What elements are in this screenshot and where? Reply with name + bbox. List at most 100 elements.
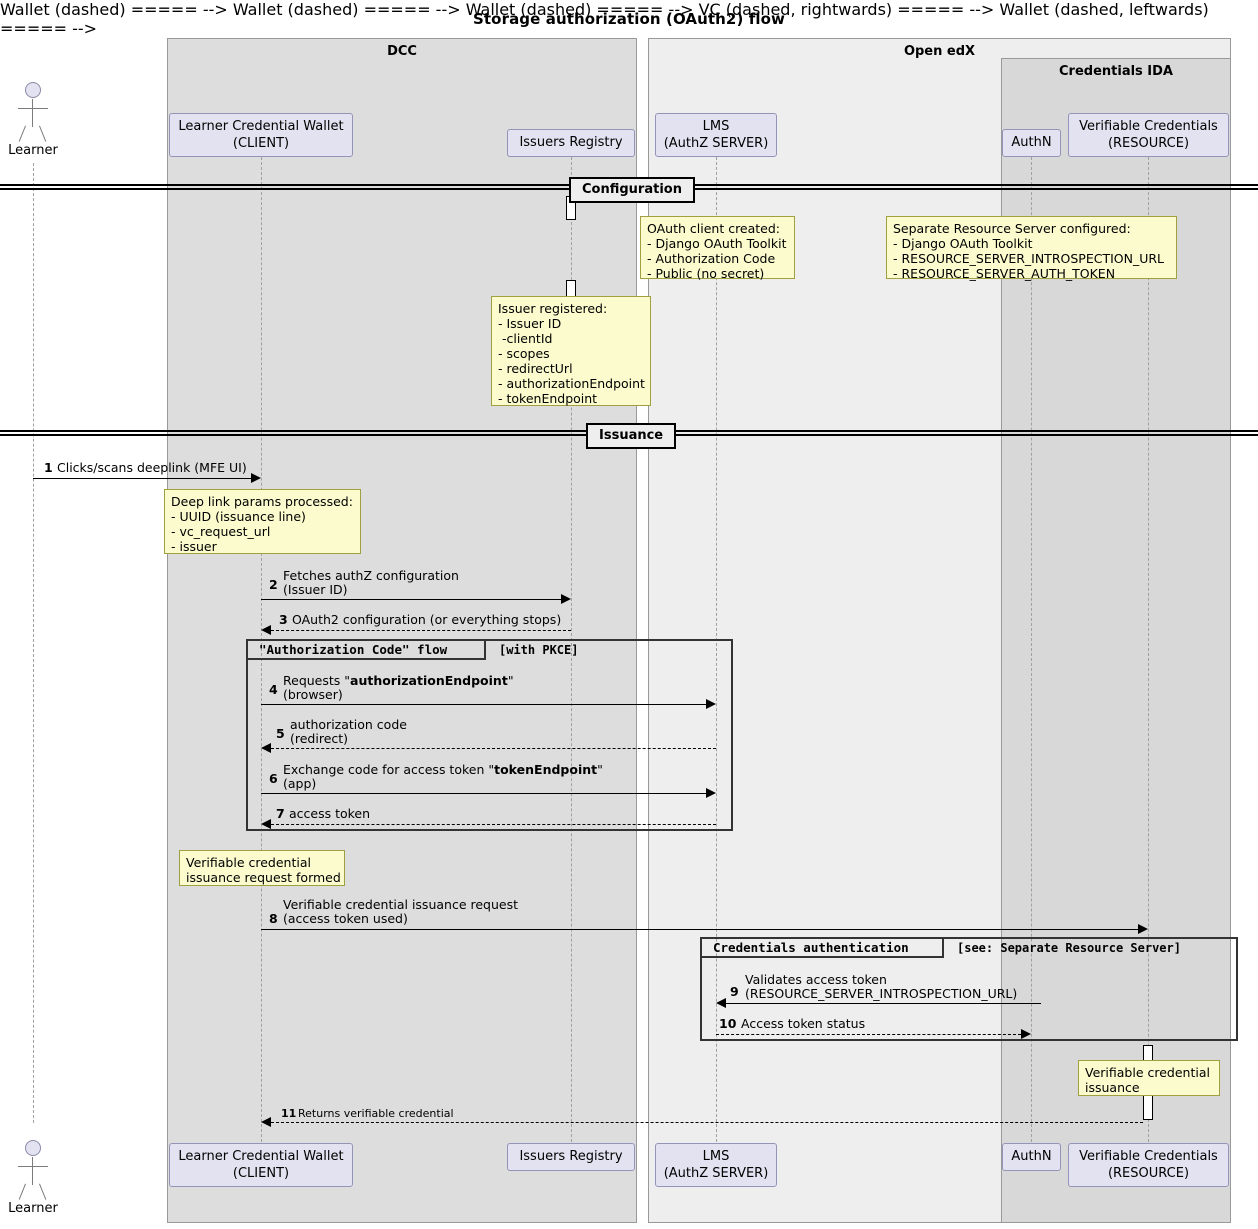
participant-lms-bottom[interactable]: LMS (AuthZ SERVER) <box>655 1143 777 1187</box>
msg-text-5-line2: (redirect) <box>290 731 349 746</box>
participant-vc-line2: (RESOURCE) <box>1107 136 1190 151</box>
msg-text-1: Clicks/scans deeplink (MFE UI) <box>57 460 247 475</box>
msg-num-4: 4 <box>269 682 278 697</box>
msg-line-3 <box>271 630 571 631</box>
frame-label-authorization-code-flow: "Authorization Code" flow <box>259 642 448 657</box>
participant-issuers-registry-line1: Issuers Registry <box>519 135 623 150</box>
msg-arrow-6 <box>706 788 716 798</box>
participant-issuers-registry-line1: Issuers Registry <box>519 1149 623 1164</box>
actor-label-top: Learner <box>8 143 58 158</box>
actor-head-icon <box>25 82 41 98</box>
msg-line-6 <box>261 793 706 794</box>
divider-label-issuance: Issuance <box>586 423 677 449</box>
msg-num-5: 5 <box>276 726 285 741</box>
note-issuer-registered: Issuer registered: - Issuer ID -clientId… <box>491 296 651 406</box>
frame-label-credentials-authentication: Credentials authentication <box>713 940 909 955</box>
participant-wallet-top[interactable]: Learner Credential Wallet (CLIENT) <box>169 113 353 157</box>
msg-arrow-11 <box>261 1117 271 1127</box>
participant-issuers-registry-top[interactable]: Issuers Registry <box>507 129 635 157</box>
participant-wallet-line1: Learner Credential Wallet <box>178 1149 344 1164</box>
participant-authn-line1: AuthN <box>1011 1149 1052 1164</box>
msg-arrow-5 <box>261 743 271 753</box>
msg-line-1 <box>33 478 251 479</box>
participant-lms-line2: (AuthZ SERVER) <box>663 136 769 151</box>
msg-line-5 <box>271 748 716 749</box>
msg-text-4-line1: Requests "authorizationEndpoint" <box>283 673 514 688</box>
msg-num-6: 6 <box>269 771 278 786</box>
participant-vc-bottom[interactable]: Verifiable Credentials (RESOURCE) <box>1068 1143 1229 1187</box>
msg-num-9: 9 <box>730 984 739 999</box>
actor-body-icon <box>32 1157 33 1185</box>
msg-line-7 <box>271 824 716 825</box>
msg-arrow-10 <box>1021 1029 1031 1039</box>
group-label-openedx: Open edX <box>903 44 976 59</box>
msg-arrow-4 <box>706 699 716 709</box>
msg-text-6-line1: Exchange code for access token "tokenEnd… <box>283 762 603 777</box>
msg-line-8 <box>261 929 1138 930</box>
msg-text-3: OAuth2 configuration (or everything stop… <box>292 612 562 627</box>
participant-wallet-line2: (CLIENT) <box>232 136 290 151</box>
sequence-diagram-canvas: Storage authorization (OAuth2) flow DCC … <box>0 0 1258 1229</box>
participant-authn-top[interactable]: AuthN <box>1002 129 1061 157</box>
msg-num-8: 8 <box>269 911 278 926</box>
msg-arrow-7 <box>261 819 271 829</box>
participant-issuers-registry-bottom[interactable]: Issuers Registry <box>507 1143 635 1171</box>
participant-lms-top[interactable]: LMS (AuthZ SERVER) <box>655 113 777 157</box>
note-vc-request-formed: Verifiable credential issuance request f… <box>179 850 345 886</box>
participant-wallet-bottom[interactable]: Learner Credential Wallet (CLIENT) <box>169 1143 353 1187</box>
actor-leg-right-icon <box>39 1183 47 1200</box>
msg-arrow-1 <box>251 473 261 483</box>
frame-condition-credentials-authentication: [see: Separate Resource Server] <box>957 941 1181 955</box>
actor-leg-left-icon <box>18 125 26 142</box>
msg-line-11 <box>271 1122 1143 1123</box>
msg-arrow-9 <box>716 998 726 1008</box>
actor-head-icon <box>25 1140 41 1156</box>
frame-condition-authorization-code-flow: [with PKCE] <box>499 643 579 657</box>
actor-body-icon <box>32 99 33 127</box>
msg-text-9-line1: Validates access token <box>745 972 887 987</box>
note-separate-resource-server: Separate Resource Server configured: - D… <box>886 216 1177 281</box>
note-deep-link-params: Deep link params processed: - UUID (issu… <box>164 489 361 554</box>
msg-line-9 <box>726 1003 1041 1004</box>
actor-leg-right-icon <box>39 125 47 142</box>
msg-num-3: 3 <box>279 612 288 627</box>
msg-line-2 <box>261 599 561 600</box>
actor-label-bottom: Learner <box>8 1201 58 1216</box>
msg-text-9-line2: (RESOURCE_SERVER_INTROSPECTION_URL) <box>745 986 1018 1001</box>
msg-arrow-3 <box>261 625 271 635</box>
actor-arms-icon <box>18 1166 48 1167</box>
msg-text-8-line2: (access token used) <box>283 911 408 926</box>
group-label-dcc: DCC <box>387 44 417 59</box>
participant-authn-line1: AuthN <box>1011 135 1052 150</box>
msg-text-7: access token <box>289 806 371 821</box>
participant-lms-line1: LMS <box>702 119 730 134</box>
group-label-credentials-ida: Credentials IDA <box>1059 64 1173 79</box>
note-vc-issuance: Verifiable credential issuance <box>1078 1060 1220 1096</box>
msg-num-10: 10 <box>719 1016 737 1031</box>
participant-authn-bottom[interactable]: AuthN <box>1002 1143 1061 1171</box>
participant-vc-top[interactable]: Verifiable Credentials (RESOURCE) <box>1068 113 1229 157</box>
actor-arms-icon <box>18 108 48 109</box>
lifeline-learner <box>33 163 34 1123</box>
msg-text-6-line2: (app) <box>283 776 317 791</box>
msg-num-1: 1 <box>44 460 53 475</box>
participant-wallet-line2: (CLIENT) <box>232 1166 290 1181</box>
participant-vc-line1: Verifiable Credentials <box>1079 1149 1218 1164</box>
msg-text-8-line1: Verifiable credential issuance request <box>283 897 518 912</box>
msg-arrow-2 <box>561 594 571 604</box>
msg-text-10: Access token status <box>741 1016 866 1031</box>
msg-arrow-8 <box>1138 924 1148 934</box>
participant-vc-line2: (RESOURCE) <box>1107 1166 1190 1181</box>
msg-text-4-line2: (browser) <box>283 687 343 702</box>
msg-line-4 <box>261 704 706 705</box>
msg-text-5-line1: authorization code <box>290 717 407 732</box>
msg-text-11: Returns verifiable credential <box>298 1107 454 1120</box>
msg-num-2: 2 <box>269 577 278 592</box>
msg-line-10 <box>716 1034 1021 1035</box>
participant-lms-line1: LMS <box>702 1149 730 1164</box>
participant-vc-line1: Verifiable Credentials <box>1079 119 1218 134</box>
page-title: Storage authorization (OAuth2) flow <box>473 10 785 28</box>
divider-label-configuration: Configuration <box>569 177 695 203</box>
msg-text-2-line1: Fetches authZ configuration <box>283 568 459 583</box>
note-oauth-client-created: OAuth client created: - Django OAuth Too… <box>640 216 795 281</box>
